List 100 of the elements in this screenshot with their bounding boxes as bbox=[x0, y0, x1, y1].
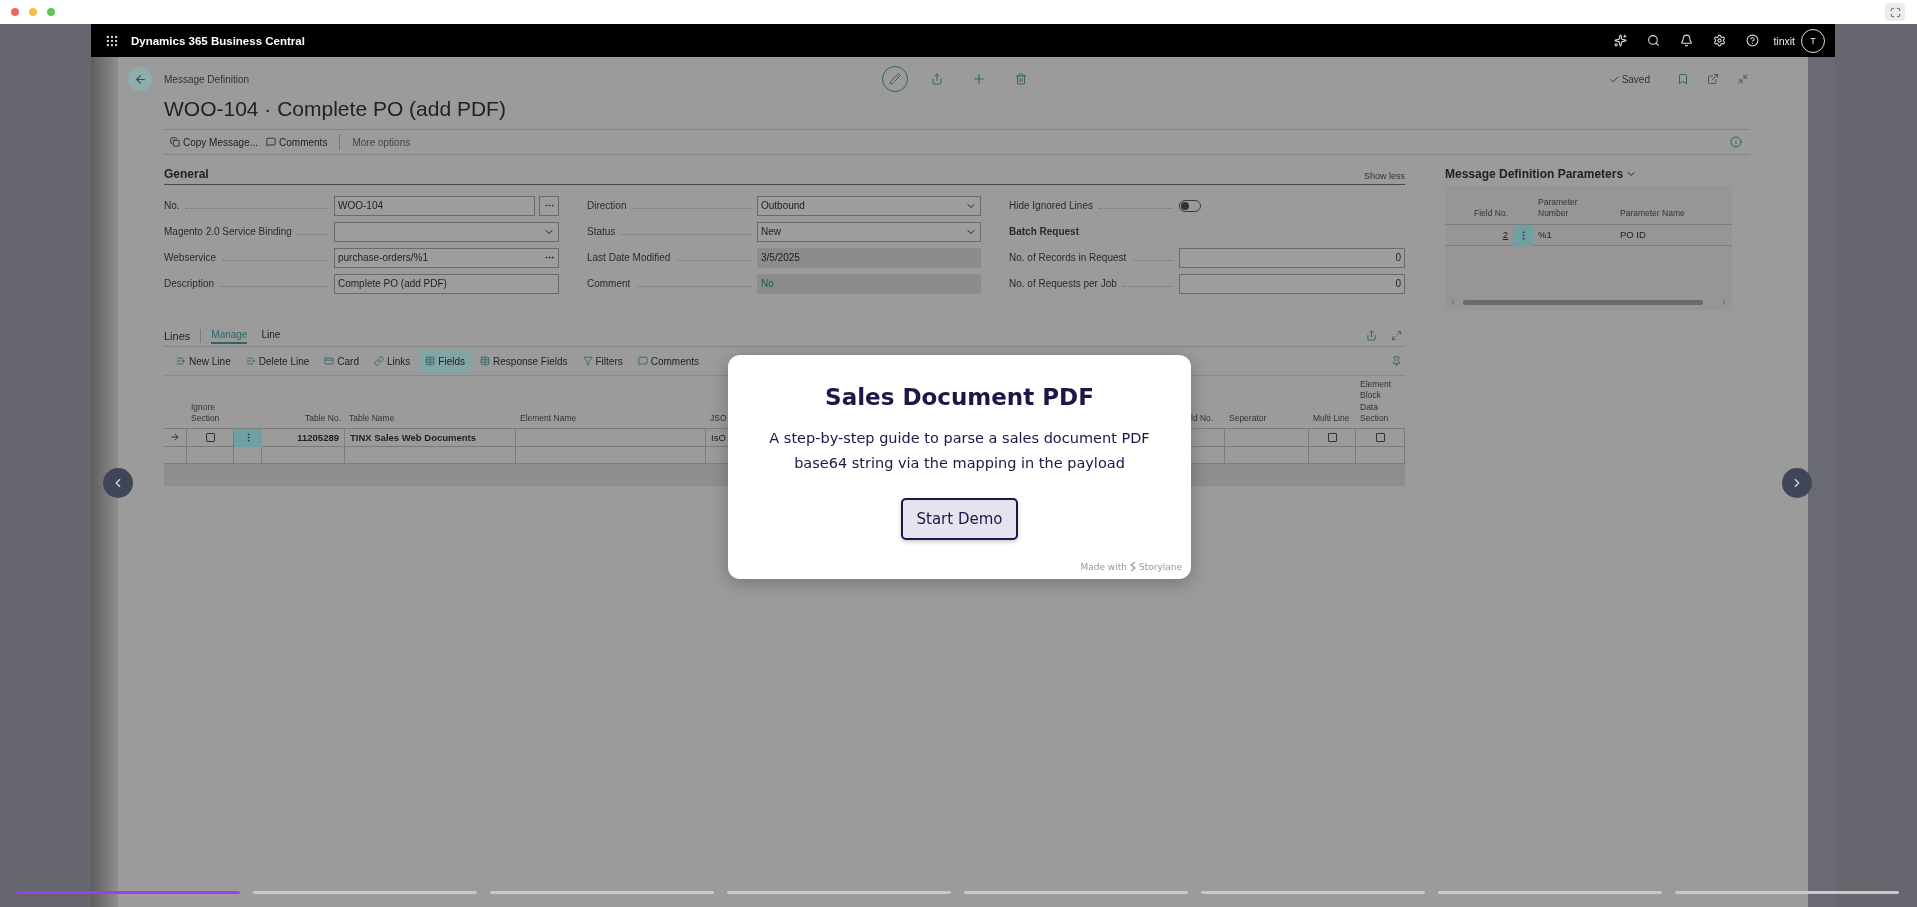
field-label: No. of Records in Request bbox=[1009, 252, 1127, 263]
card-icon bbox=[324, 356, 335, 366]
toolbar-button[interactable]: Delete Line bbox=[239, 348, 316, 374]
column-header[interactable]: Ignore Section bbox=[187, 401, 234, 428]
scrollbar-thumb[interactable] bbox=[1463, 299, 1703, 305]
toolbar-button[interactable]: Card bbox=[318, 348, 365, 374]
arrow-right-icon bbox=[170, 432, 180, 443]
dropdown-field[interactable]: Outbound bbox=[757, 195, 981, 216]
table-cell: 11205289 bbox=[262, 427, 345, 447]
search-icon bbox=[1647, 34, 1661, 47]
checkbox[interactable] bbox=[1327, 432, 1337, 442]
links-icon bbox=[374, 356, 384, 366]
minimize-dot[interactable] bbox=[29, 8, 37, 16]
checkbox[interactable] bbox=[205, 432, 215, 442]
ellipsis-button[interactable] bbox=[539, 195, 559, 216]
number-field[interactable]: 0 bbox=[1179, 273, 1405, 294]
field-label: Description bbox=[164, 278, 215, 289]
table-cell: TINX Sales Web Documents bbox=[345, 427, 516, 447]
toolbar-button[interactable]: Comments bbox=[631, 348, 706, 374]
column-header[interactable]: Seperator bbox=[1225, 413, 1309, 428]
column-header[interactable]: Element Name bbox=[516, 413, 706, 428]
show-less-link[interactable]: Show less bbox=[1363, 171, 1405, 181]
comment-icon bbox=[266, 137, 277, 147]
info-button[interactable] bbox=[1730, 136, 1742, 148]
field-label: No. of Requests per Job bbox=[1009, 278, 1117, 289]
checkbox[interactable] bbox=[1375, 432, 1385, 442]
number-field[interactable]: 0 bbox=[1179, 247, 1405, 268]
settings-icon bbox=[1713, 34, 1727, 47]
list-plus-icon bbox=[176, 356, 186, 366]
column-header[interactable]: Table No. bbox=[262, 413, 345, 428]
tab[interactable]: Line bbox=[261, 327, 281, 344]
fullscreen-icon bbox=[1889, 6, 1901, 18]
column-header[interactable]: Field No. bbox=[1445, 197, 1513, 225]
readonly-field: 3/5/2025 bbox=[757, 247, 981, 268]
pin-icon bbox=[1390, 355, 1402, 367]
more-options-button[interactable]: More options bbox=[352, 136, 419, 148]
column-header[interactable]: Multi Line bbox=[1309, 413, 1356, 428]
row-menu-button[interactable] bbox=[1513, 224, 1533, 246]
filter-icon bbox=[582, 356, 593, 366]
fullscreen-button[interactable] bbox=[1885, 3, 1905, 21]
toolbar-button[interactable]: Filters bbox=[576, 348, 629, 374]
scroll-left-icon[interactable] bbox=[1449, 298, 1457, 306]
logo-icon bbox=[1128, 561, 1137, 572]
app-title: Dynamics 365 Business Central bbox=[131, 34, 305, 47]
info-icon bbox=[1730, 136, 1742, 148]
field-label: Last Date Modified bbox=[587, 252, 671, 263]
start-demo-button[interactable]: Start Demo bbox=[900, 498, 1019, 540]
column-header[interactable]: Element Block Data Section bbox=[1356, 379, 1405, 428]
pencil-icon bbox=[889, 73, 901, 85]
column-header[interactable]: Parameter Number bbox=[1533, 186, 1615, 225]
toolbar-button[interactable]: Fields bbox=[419, 348, 472, 374]
section-title: Lines bbox=[164, 329, 191, 342]
page-title: WOO-104 · Complete PO (add PDF) bbox=[164, 97, 507, 121]
share-icon bbox=[1365, 330, 1377, 341]
table-cell: PO ID bbox=[1615, 224, 1732, 246]
zoom-dot[interactable] bbox=[47, 8, 55, 16]
comments-button[interactable]: Comments bbox=[266, 136, 336, 148]
field-label: Comment bbox=[587, 278, 631, 289]
toolbar-button[interactable]: Response Fields bbox=[474, 348, 574, 374]
trash-icon bbox=[1015, 73, 1027, 85]
breadcrumb: Message Definition bbox=[164, 73, 251, 85]
column-header[interactable]: Parameter Name bbox=[1615, 197, 1732, 225]
check-icon bbox=[1608, 73, 1620, 85]
table-cell: %1 bbox=[1533, 224, 1615, 246]
bell-icon bbox=[1680, 34, 1694, 47]
copy-message-button[interactable]: Copy Message... bbox=[170, 136, 267, 148]
field-label: Direction bbox=[587, 200, 627, 211]
expand-icon bbox=[1390, 330, 1402, 341]
dropdown-field[interactable] bbox=[334, 221, 559, 242]
scroll-right-icon[interactable] bbox=[1720, 298, 1728, 306]
close-dot[interactable] bbox=[11, 8, 19, 16]
copy-icon bbox=[170, 137, 180, 147]
column-header[interactable]: Table Name bbox=[345, 413, 516, 428]
user-name: tinxit bbox=[1773, 34, 1795, 47]
field-group-heading: Batch Request bbox=[1009, 226, 1080, 237]
list-remove-icon bbox=[245, 356, 256, 366]
table-icon bbox=[480, 356, 491, 366]
toolbar-button[interactable]: New Line bbox=[170, 348, 237, 374]
column-header[interactable]: ld No. bbox=[1187, 413, 1225, 428]
dropdown-field[interactable]: New bbox=[757, 221, 981, 242]
lookup-field[interactable]: purchase-orders/%1 bbox=[334, 247, 559, 268]
plus-icon bbox=[972, 72, 986, 86]
field-label: Magento 2.0 Service Binding bbox=[164, 226, 292, 237]
table-cell bbox=[234, 446, 262, 464]
credit-text: Made with bbox=[1080, 561, 1127, 572]
back-button[interactable] bbox=[128, 67, 152, 91]
field-label: No. bbox=[164, 200, 180, 211]
table-icon bbox=[425, 356, 436, 366]
share-icon bbox=[931, 73, 943, 85]
field-label: Webservice bbox=[164, 252, 217, 263]
help-icon bbox=[1746, 34, 1760, 47]
row-menu-button[interactable] bbox=[234, 427, 262, 447]
dialog-title: Sales Document PDF bbox=[825, 384, 1094, 410]
input-field[interactable]: Complete PO (add PDF) bbox=[334, 273, 559, 294]
toolbar-button[interactable]: Links bbox=[368, 348, 417, 374]
brand-name[interactable]: Storylane bbox=[1138, 561, 1182, 572]
grid-dots-icon bbox=[105, 33, 119, 48]
back-arrow-icon bbox=[133, 72, 147, 86]
input-field[interactable]: WOO-104 bbox=[334, 195, 535, 216]
field-label: Hide Ignored Lines bbox=[1009, 200, 1093, 211]
